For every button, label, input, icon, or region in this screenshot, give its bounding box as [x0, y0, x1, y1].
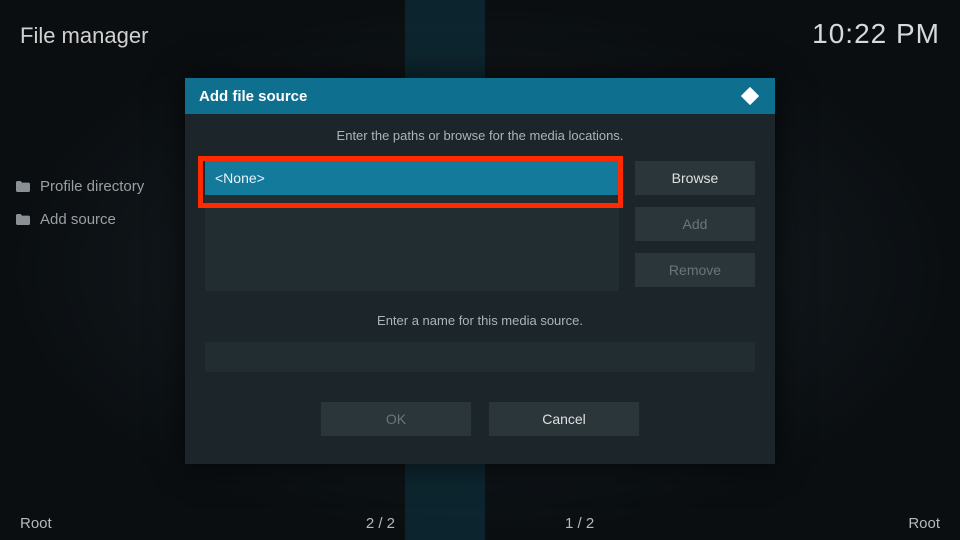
dialog-title-text: Add file source: [199, 88, 307, 105]
footer-right-count: 1 / 2: [565, 515, 594, 532]
footer-right-root: Root: [908, 515, 940, 532]
path-buttons: Browse Add Remove: [635, 161, 755, 291]
dialog-instruction: Enter the paths or browse for the media …: [205, 128, 755, 143]
folder-icon: [16, 181, 30, 192]
sidebar-item-profile-directory[interactable]: Profile directory: [16, 170, 144, 203]
ok-button[interactable]: OK: [321, 402, 471, 436]
header-bar: File manager 10:22 PM: [20, 18, 940, 50]
paths-section: <None> Browse Add Remove: [205, 161, 755, 291]
sidebar-item-label: Profile directory: [40, 178, 144, 195]
name-instruction: Enter a name for this media source.: [205, 313, 755, 328]
footer-bar: Root 2 / 2 1 / 2 Root: [20, 515, 940, 532]
name-section: Enter a name for this media source.: [205, 313, 755, 372]
footer-counts: 2 / 2 1 / 2: [366, 515, 594, 532]
footer-left-count: 2 / 2: [366, 515, 395, 532]
paths-list[interactable]: <None>: [205, 161, 619, 291]
sidebar-item-add-source[interactable]: Add source: [16, 203, 144, 236]
cancel-button[interactable]: Cancel: [489, 402, 639, 436]
remove-button[interactable]: Remove: [635, 253, 755, 287]
browse-button[interactable]: Browse: [635, 161, 755, 195]
dialog-actions: OK Cancel: [205, 402, 755, 436]
dialog-titlebar: Add file source: [185, 78, 775, 114]
source-name-input[interactable]: [205, 342, 755, 372]
add-button[interactable]: Add: [635, 207, 755, 241]
footer-left-root: Root: [20, 515, 52, 532]
left-panel: Profile directory Add source: [16, 170, 144, 236]
page-title: File manager: [20, 23, 148, 49]
kodi-logo-icon: [739, 85, 761, 107]
sidebar-item-label: Add source: [40, 211, 116, 228]
dialog-body: Enter the paths or browse for the media …: [185, 114, 775, 464]
add-file-source-dialog: Add file source Enter the paths or brows…: [185, 78, 775, 464]
folder-icon: [16, 214, 30, 225]
path-input[interactable]: <None>: [205, 161, 619, 195]
clock: 10:22 PM: [812, 18, 940, 50]
